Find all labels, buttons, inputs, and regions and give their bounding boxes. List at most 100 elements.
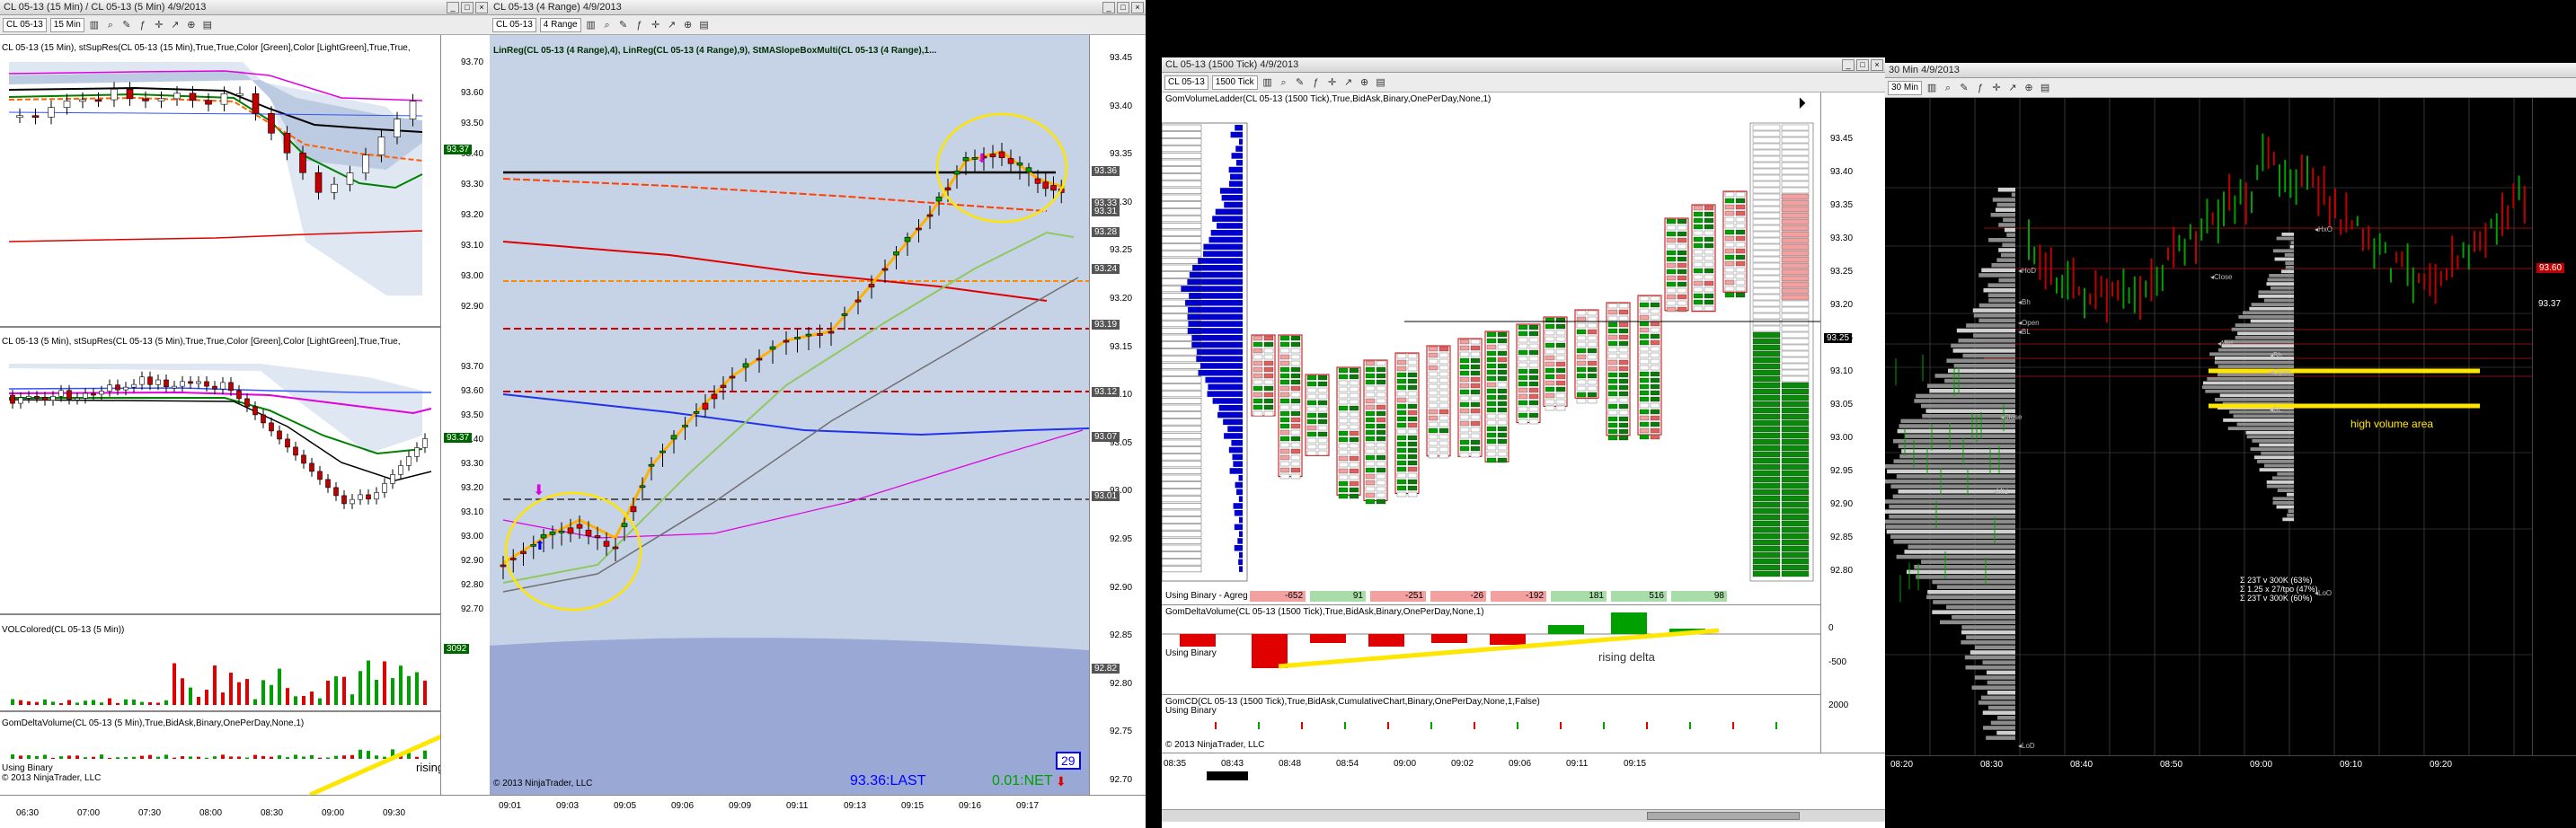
bar-style-icon[interactable]: ▥ bbox=[1261, 76, 1274, 89]
pencil-icon[interactable]: ✎ bbox=[1294, 76, 1306, 89]
price-panel-4range[interactable]: ⬇ ⬆ ⬇ ⬇ LinReg(CL 05-13 (4 Range),4), LinRe… bbox=[490, 35, 1089, 795]
zoom-icon[interactable]: ⊕ bbox=[682, 19, 695, 31]
properties-icon[interactable]: ▤ bbox=[201, 19, 214, 31]
window-title-bar[interactable]: CL 05-13 (15 Min) / CL 05-13 (5 Min) 4/9… bbox=[0, 0, 490, 15]
window-title-bar[interactable]: CL 05-13 (1500 Tick) 4/9/2013 _ □ × bbox=[1162, 57, 1885, 73]
ladder-cell bbox=[1781, 275, 1810, 282]
volume-profile-bar bbox=[1898, 444, 2015, 449]
candle-body bbox=[180, 381, 185, 387]
drawing-tools-icon[interactable]: ↗ bbox=[666, 19, 678, 31]
volume-profile-bar bbox=[1996, 730, 2015, 736]
pencil-icon[interactable]: ✎ bbox=[1958, 82, 1970, 94]
bar-style-icon[interactable]: ▥ bbox=[585, 19, 598, 31]
chart-window-4range[interactable]: CL 05-13 (4 Range) 4/9/2013 _ □ × CL 05-13… bbox=[490, 0, 1146, 828]
zoom-icon[interactable]: ⊕ bbox=[1359, 76, 1371, 89]
play-icon[interactable]: ⏵ bbox=[1798, 94, 1806, 112]
pencil-icon[interactable]: ✎ bbox=[617, 19, 630, 31]
price-axis-30min[interactable]: 93.60 93.37 bbox=[2532, 98, 2576, 755]
interval-selector[interactable]: 15 Min bbox=[49, 17, 84, 32]
time-tick-label: 09:17 bbox=[1016, 801, 1040, 811]
price-axis-4range[interactable]: 93.45 93.40 93.35 93.30 93.25 93.20 93.15 93.10… bbox=[1089, 35, 1146, 795]
cumulative-delta-panel[interactable]: GomCD(CL 05-13 (1500 Tick),True,BidAsk,C… bbox=[1162, 695, 1820, 753]
zoom-icon[interactable]: ⊕ bbox=[2023, 82, 2035, 94]
time-axis[interactable]: 08:20 08:30 08:40 08:50 09:00 09:10 09:20 bbox=[1885, 755, 2576, 828]
ladder-cell bbox=[1555, 330, 1566, 336]
crosshair-icon[interactable]: ✛ bbox=[1990, 82, 2003, 94]
ladder-cell bbox=[1639, 371, 1650, 377]
properties-icon[interactable]: ▤ bbox=[2039, 82, 2051, 94]
ladder-cell bbox=[1752, 124, 1781, 131]
ladder-cell bbox=[1290, 461, 1301, 467]
level-label: ◂Bh bbox=[2270, 351, 2282, 359]
delta-volume-axis[interactable]: 0 -500 bbox=[1820, 605, 1885, 695]
drawing-tools-icon[interactable]: ↗ bbox=[2006, 82, 2019, 94]
close-button[interactable]: × bbox=[1871, 59, 1883, 71]
indicator-icon[interactable]: ƒ bbox=[633, 19, 646, 31]
instrument-selector[interactable]: CL 05-13 bbox=[1164, 75, 1208, 90]
volume-profile-bar bbox=[2235, 336, 2294, 339]
volume-profile-bar bbox=[1990, 213, 2015, 217]
properties-icon[interactable]: ▤ bbox=[1375, 76, 1387, 89]
window-title-bar[interactable]: 30 Min 4/9/2013 bbox=[1885, 63, 2576, 78]
scrollbar-thumb[interactable] bbox=[1647, 812, 1800, 820]
close-button[interactable]: × bbox=[1131, 2, 1144, 13]
time-axis[interactable]: 06:30 07:00 07:30 08:00 08:30 09:00 09:30 bbox=[0, 795, 490, 828]
interval-selector[interactable]: 1500 Tick bbox=[1211, 75, 1258, 90]
drawing-tools-icon[interactable]: ↗ bbox=[1342, 76, 1355, 89]
horizontal-scrollbar[interactable] bbox=[1162, 809, 1885, 822]
instrument-selector[interactable]: CL 05-13 bbox=[492, 17, 536, 32]
bar-style-icon[interactable]: ▥ bbox=[1925, 82, 1938, 94]
candle-body bbox=[594, 535, 601, 538]
chart-window-15min[interactable]: CL 05-13 (15 Min) / CL 05-13 (5 Min) 4/9… bbox=[0, 0, 490, 828]
magnify-icon[interactable]: ⌕ bbox=[601, 19, 614, 31]
close-button[interactable]: × bbox=[475, 2, 488, 13]
crosshair-icon[interactable]: ✛ bbox=[650, 19, 662, 31]
price-panel-30min[interactable]: high volume area Σ 23T v 300K (63%) Σ 1.… bbox=[1885, 98, 2532, 755]
magnify-icon[interactable]: ⌕ bbox=[1278, 76, 1290, 89]
interval-selector[interactable]: 30 Min bbox=[1888, 80, 1923, 95]
indicator-icon[interactable]: ƒ bbox=[137, 19, 149, 31]
price-panel-15min[interactable]: CL 05-13 (15 Min), stSupRes(CL 05-13 (15… bbox=[0, 35, 440, 328]
zoom-icon[interactable]: ⊕ bbox=[185, 19, 198, 31]
price-axis-5min[interactable]: 93.70 93.60 93.50 93.40 93.30 93.20 93.10 93.00… bbox=[440, 328, 490, 615]
maximize-button[interactable]: □ bbox=[1117, 2, 1129, 13]
properties-icon[interactable]: ▤ bbox=[698, 19, 711, 31]
indicator-icon[interactable]: ƒ bbox=[1974, 82, 1987, 94]
indicator-icon[interactable]: ƒ bbox=[1310, 76, 1323, 89]
time-axis[interactable]: 09:01 09:03 09:05 09:06 09:09 09:11 09:13 09:15… bbox=[490, 795, 1146, 828]
price-axis-15min[interactable]: 93.70 93.60 93.50 93.40 93.30 93.20 93.10 93.00… bbox=[440, 35, 490, 328]
magnify-icon[interactable]: ⌕ bbox=[1942, 82, 1954, 94]
chart-window-1500tick[interactable]: CL 05-13 (1500 Tick) 4/9/2013 _ □ × CL 05-… bbox=[1162, 57, 1885, 828]
delta-volume-panel[interactable]: GomDeltaVolume(CL 05-13 (1500 Tick),True… bbox=[1162, 605, 1820, 695]
ladder-cell bbox=[1253, 366, 1263, 373]
cumulative-delta-axis[interactable]: 2000 bbox=[1820, 695, 1885, 753]
ladder-cell bbox=[1253, 354, 1263, 360]
ladder-cell bbox=[1666, 225, 1677, 231]
pencil-icon[interactable]: ✎ bbox=[120, 19, 133, 31]
crosshair-icon[interactable]: ✛ bbox=[1326, 76, 1339, 89]
minimize-button[interactable]: _ bbox=[447, 2, 459, 13]
candle-body bbox=[935, 196, 943, 202]
delta-axis[interactable] bbox=[440, 712, 490, 795]
delta-panel[interactable]: GomDeltaVolume(CL 05-13 (5 Min),True,Bid… bbox=[0, 712, 440, 795]
maximize-button[interactable]: □ bbox=[1856, 59, 1869, 71]
minimize-button[interactable]: _ bbox=[1842, 59, 1855, 71]
interval-selector[interactable]: 4 Range bbox=[539, 17, 581, 32]
time-axis[interactable]: 08:35 08:43 08:48 08:54 09:00 09:02 09:06 09:11… bbox=[1162, 753, 1885, 828]
drawing-tools-icon[interactable]: ↗ bbox=[169, 19, 181, 31]
price-axis-1500tick[interactable]: 93.4593.4093.3593.3093.2593.2093.1593.10… bbox=[1820, 92, 1885, 605]
magnify-icon[interactable]: ⌕ bbox=[104, 19, 117, 31]
volume-panel[interactable]: VOLColored(CL 05-13 (5 Min)) bbox=[0, 615, 440, 712]
ladder-cell bbox=[1279, 398, 1290, 404]
bar-style-icon[interactable]: ▥ bbox=[88, 19, 101, 31]
window-title-bar[interactable]: CL 05-13 (4 Range) 4/9/2013 _ □ × bbox=[490, 0, 1146, 15]
price-panel-5min[interactable]: CL 05-13 (5 Min), stSupRes(CL 05-13 (5 M… bbox=[0, 328, 440, 615]
maximize-button[interactable]: □ bbox=[461, 2, 474, 13]
crosshair-icon[interactable]: ✛ bbox=[153, 19, 165, 31]
chart-window-30min[interactable]: 30 Min 4/9/2013 30 Min ▥ ⌕ ✎ ƒ ✛ ↗ ⊕ ▤ h… bbox=[1885, 63, 2576, 828]
instrument-selector[interactable]: CL 05-13 bbox=[3, 17, 47, 32]
volume-axis[interactable]: 3092 bbox=[440, 615, 490, 712]
volume-ladder-panel[interactable]: GomVolumeLadder(CL 05-13 (1500 Tick),Tru… bbox=[1162, 92, 1820, 605]
minimize-button[interactable]: _ bbox=[1102, 2, 1115, 13]
ladder-cell bbox=[1781, 507, 1810, 515]
